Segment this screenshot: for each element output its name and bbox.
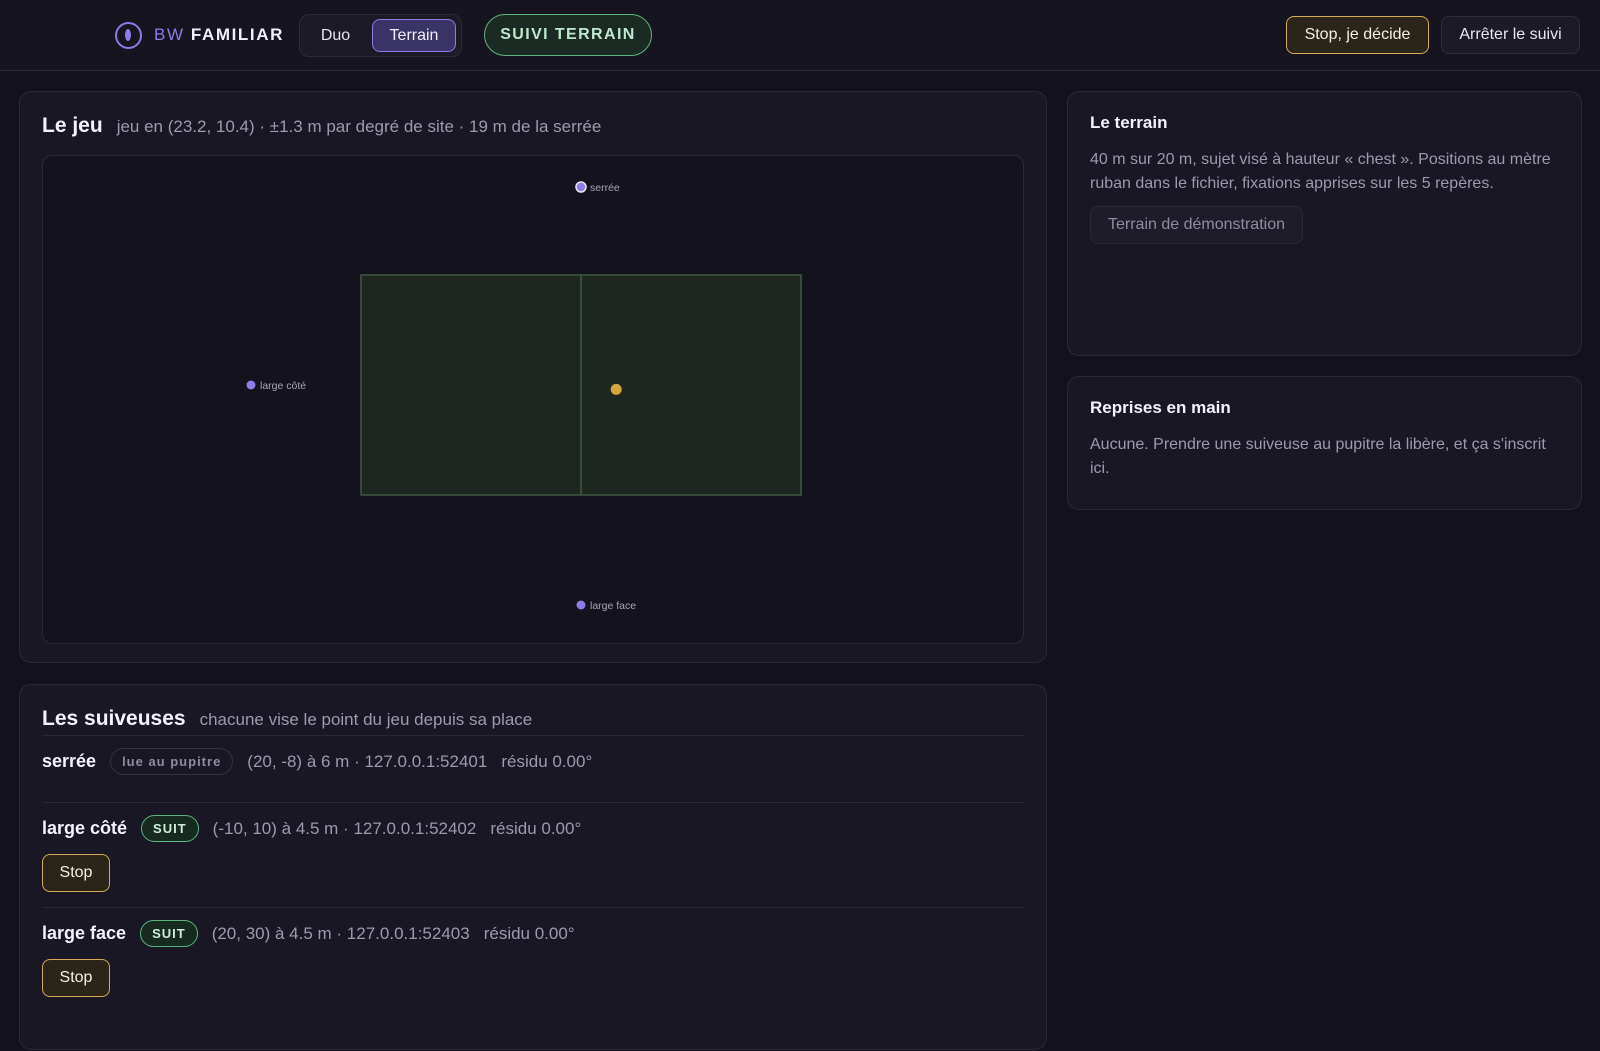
camera-label: serrée [590,182,620,194]
mode-status-pill: SUIVI TERRAIN [484,14,652,56]
divider [42,735,1025,736]
camera-marker [575,181,587,193]
suiveuse-residu: résidu 0.00° [501,751,593,771]
suiveuse-name: large face [42,923,127,943]
terrain-card: Le terrain 40 m sur 20 m, sujet visé à h… [1067,91,1582,356]
suiveuses-subtitle: chacune vise le point du jeu depuis sa p… [199,710,533,729]
top-bar: BW FAMILIAR Duo Terrain SUIVI TERRAIN St… [0,0,1600,71]
stop-decide-button[interactable]: Stop, je décide [1286,16,1429,54]
brand-prefix: BW [154,25,185,44]
demo-terrain-button[interactable]: Terrain de démonstration [1090,206,1303,244]
field-view: serrée large côté large face [42,155,1024,644]
suiveuse-residu: résidu 0.00° [490,818,582,838]
brand: BW FAMILIAR [115,21,284,49]
jeu-subtitle: jeu en (23.2, 10.4) · ±1.3 m par degré d… [116,117,602,136]
suiveuse-row-large-face: large face SUIT (20, 30) à 4.5 m · 127.0… [42,920,575,947]
suiveuse-info: (20, 30) à 4.5 m · 127.0.0.1:52403 [211,923,470,943]
camera-label: large face [590,600,636,612]
stop-large-face-button[interactable]: Stop [42,959,110,997]
reprises-text: Aucune. Prendre une suiveuse au pupitre … [1090,436,1546,477]
mode-segmented-control: Duo Terrain [299,14,462,57]
status-badge: SUIT [141,815,199,842]
terrain-description: 40 m sur 20 m, sujet visé à hauteur « ch… [1090,151,1551,192]
tab-duo[interactable]: Duo [305,19,366,52]
suiveuse-residu: résidu 0.00° [483,923,575,943]
status-badge: SUIT [140,920,198,947]
suiveuse-name: serrée [42,751,97,771]
camera-marker [576,600,586,610]
camera-marker [246,380,256,390]
suiveuses-header: Les suiveuses chacune vise le point du j… [42,707,532,731]
reprises-title: Reprises en main [1090,398,1231,417]
status-badge: lue au pupitre [110,748,234,775]
suiveuse-row-serree: serrée lue au pupitre (20, -8) à 6 m · 1… [42,748,592,775]
terrain-title: Le terrain [1090,113,1168,132]
suiveuse-info: (20, -8) à 6 m · 127.0.0.1:52401 [247,751,488,771]
tab-terrain[interactable]: Terrain [372,19,456,52]
brand-text: BW FAMILIAR [154,25,284,45]
suiveuse-row-large-cote: large côté SUIT (-10, 10) à 4.5 m · 127.… [42,815,581,842]
stop-large-cote-button[interactable]: Stop [42,854,110,892]
reprises-card: Reprises en main Aucune. Prendre une sui… [1067,376,1582,510]
brand-name: FAMILIAR [190,25,284,44]
stop-tracking-button[interactable]: Arrêter le suivi [1441,16,1580,54]
suiveuse-name: large côté [42,818,128,838]
ball-marker [610,383,622,395]
suiveuse-info: (-10, 10) à 4.5 m · 127.0.0.1:52402 [212,818,477,838]
eye-logo-icon [115,21,142,49]
jeu-title: Le jeu [42,114,103,137]
camera-label: large côté [260,380,306,392]
jeu-card: Le jeu jeu en (23.2, 10.4) · ±1.3 m par … [19,91,1047,663]
suiveuses-title: Les suiveuses [42,707,186,730]
divider [42,907,1025,908]
suiveuses-card: Les suiveuses chacune vise le point du j… [19,684,1047,1050]
jeu-header: Le jeu jeu en (23.2, 10.4) · ±1.3 m par … [42,114,601,138]
field-map: serrée large côté large face [246,181,802,612]
divider [42,802,1025,803]
